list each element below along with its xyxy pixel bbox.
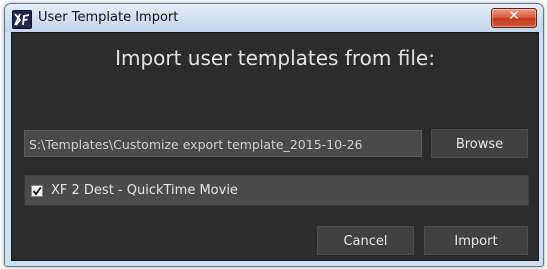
import-button[interactable]: Import	[424, 226, 528, 255]
template-label: XF 2 Dest - QuickTime Movie	[51, 183, 238, 198]
dialog-content: Import user templates from file: S:\Temp…	[11, 32, 539, 261]
checkmark-icon	[32, 186, 42, 196]
browse-button[interactable]: Browse	[431, 129, 528, 158]
xf-logo-icon	[12, 10, 32, 29]
template-list-item[interactable]: XF 2 Dest - QuickTime Movie	[24, 175, 529, 206]
dialog-heading: Import user templates from file:	[115, 46, 435, 70]
close-button[interactable]: ✕	[491, 8, 537, 28]
cancel-button[interactable]: Cancel	[317, 226, 414, 255]
close-icon: ✕	[508, 8, 520, 24]
template-checkbox[interactable]	[31, 185, 43, 197]
title-bar[interactable]: User Template Import ✕	[5, 4, 543, 32]
window-title: User Template Import	[38, 10, 179, 25]
dialog-window: User Template Import ✕ Import user templ…	[4, 3, 544, 267]
file-path-field[interactable]: S:\Templates\Customize export template_2…	[24, 130, 422, 157]
